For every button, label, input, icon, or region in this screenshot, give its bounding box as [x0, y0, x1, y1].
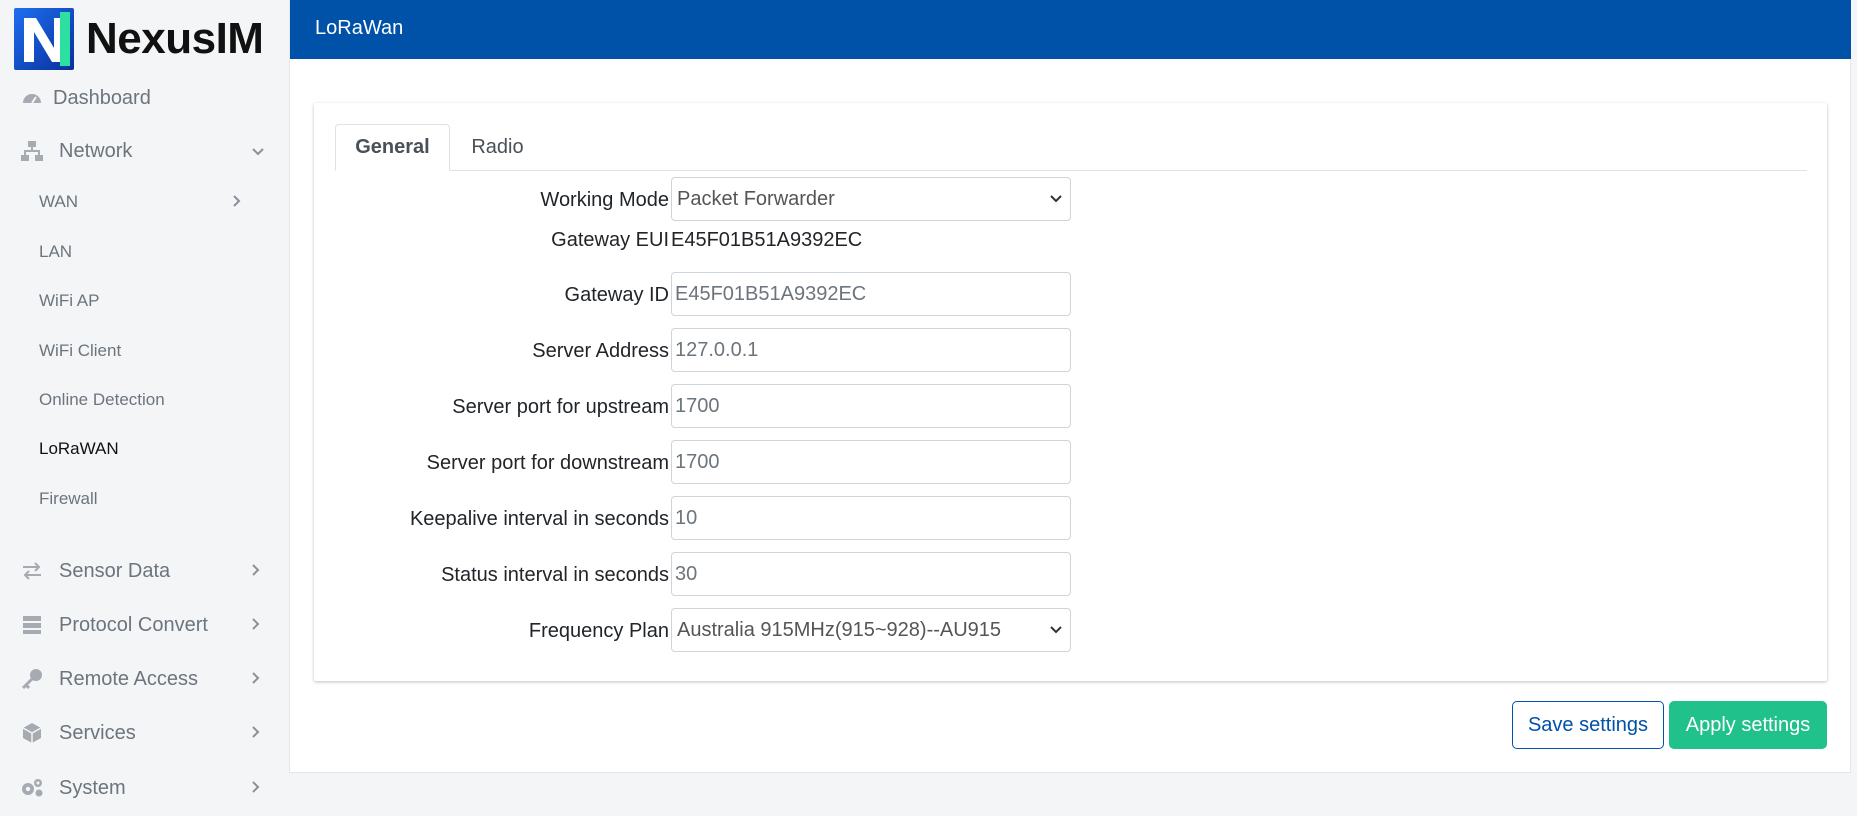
- frequency-plan-label: Frequency Plan: [528, 619, 669, 642]
- key-icon: [20, 667, 44, 691]
- status-interval-label: Status interval in seconds: [441, 563, 669, 586]
- sidebar-subitem-wan[interactable]: WAN: [0, 184, 289, 220]
- sidebar-item-label: Remote Access: [59, 667, 198, 690]
- form-row-frequency-plan: Frequency Plan Australia 915MHz(915~928)…: [314, 608, 1827, 654]
- gateway-id-label: Gateway ID: [564, 283, 669, 306]
- tab-radio[interactable]: Radio: [450, 124, 545, 170]
- server-address-input[interactable]: 127.0.0.1: [671, 328, 1071, 372]
- gateway-eui-value: E45F01B51A9392EC: [671, 228, 863, 251]
- brand-name: NexusIM: [86, 14, 264, 63]
- page-header: LoRaWan: [290, 0, 1851, 59]
- port-downstream-input[interactable]: 1700: [671, 440, 1071, 484]
- keepalive-input[interactable]: 10: [671, 496, 1071, 540]
- form-row-keepalive: Keepalive interval in seconds 10: [314, 496, 1827, 542]
- sidebar-subitem-wifi-client[interactable]: WiFi Client: [0, 333, 289, 369]
- sidebar-item-protocol-convert[interactable]: Protocol Convert: [0, 603, 289, 647]
- sidebar-item-network[interactable]: Network: [0, 129, 289, 173]
- server-address-label: Server Address: [532, 339, 669, 362]
- gateway-id-input[interactable]: E45F01B51A9392EC: [671, 272, 1071, 316]
- port-upstream-label: Server port for upstream: [452, 395, 669, 418]
- chevron-right-icon: [233, 194, 241, 210]
- sidebar-subitem-label: Online Detection: [39, 390, 165, 409]
- gateway-eui-label: Gateway EUI: [551, 228, 669, 251]
- form-row-status-interval: Status interval in seconds 30: [314, 552, 1827, 598]
- sidebar-item-label: Protocol Convert: [59, 613, 208, 636]
- tab-bar: General Radio: [335, 124, 1807, 171]
- chevron-right-icon: [252, 563, 260, 579]
- sidebar-subitem-firewall[interactable]: Firewall: [0, 481, 289, 517]
- page-title: LoRaWan: [315, 17, 404, 39]
- chevron-down-icon: [252, 143, 264, 159]
- save-settings-button[interactable]: Save settings: [1512, 701, 1664, 749]
- frequency-plan-value: Australia 915MHz(915~928)--AU915: [677, 618, 1002, 641]
- chevron-right-icon: [252, 671, 260, 687]
- form-row-gateway-id: Gateway ID E45F01B51A9392EC: [314, 272, 1827, 318]
- protocol-convert-icon: [20, 613, 44, 637]
- form-row-server-address: Server Address 127.0.0.1: [314, 328, 1827, 374]
- form-row-gateway-eui: Gateway EUI E45F01B51A9392EC: [314, 217, 1827, 263]
- chevron-down-icon: [1050, 195, 1062, 203]
- status-interval-input[interactable]: 30: [671, 552, 1071, 596]
- sidebar-item-label: Network: [59, 139, 133, 162]
- nexusim-logo-icon: [14, 8, 74, 70]
- sidebar-item-dashboard[interactable]: Dashboard: [0, 76, 289, 120]
- sidebar-item-label: Services: [59, 721, 136, 744]
- system-gears-icon: [20, 776, 44, 800]
- sidebar-item-sensor-data[interactable]: Sensor Data: [0, 549, 289, 593]
- sidebar: NexusIM Dashboard Network WAN LAN WiFi A…: [0, 0, 289, 816]
- chevron-right-icon: [252, 617, 260, 633]
- form-row-port-downstream: Server port for downstream 1700: [314, 440, 1827, 486]
- chevron-right-icon: [252, 725, 260, 741]
- sidebar-item-label: Sensor Data: [59, 559, 171, 582]
- sidebar-subitem-label: WiFi Client: [39, 341, 122, 360]
- sidebar-subitem-label: LAN: [39, 242, 73, 261]
- sensor-data-icon: [20, 559, 44, 583]
- sidebar-subitem-lorawan[interactable]: LoRaWAN: [0, 431, 289, 467]
- services-icon: [20, 721, 44, 745]
- sidebar-subitem-lan[interactable]: LAN: [0, 234, 289, 270]
- sidebar-item-remote-access[interactable]: Remote Access: [0, 657, 289, 701]
- sidebar-subitem-label: Firewall: [39, 489, 98, 508]
- network-icon: [20, 139, 44, 163]
- sidebar-item-label: System: [59, 776, 126, 799]
- frequency-plan-select[interactable]: Australia 915MHz(915~928)--AU915: [671, 608, 1071, 652]
- apply-settings-button[interactable]: Apply settings: [1669, 701, 1827, 749]
- sidebar-subitem-label: WiFi AP: [39, 291, 100, 310]
- brand-logo[interactable]: NexusIM: [14, 8, 264, 70]
- working-mode-value: Packet Forwarder: [677, 187, 835, 210]
- port-upstream-input[interactable]: 1700: [671, 384, 1071, 428]
- settings-card: General Radio Working Mode Packet Forwar…: [314, 103, 1827, 681]
- sidebar-subitem-label: WAN: [39, 192, 79, 211]
- sidebar-item-label: Dashboard: [53, 86, 151, 109]
- form-row-port-upstream: Server port for upstream 1700: [314, 384, 1827, 430]
- working-mode-select[interactable]: Packet Forwarder: [671, 177, 1071, 221]
- port-downstream-label: Server port for downstream: [426, 451, 669, 474]
- dashboard-icon: [20, 86, 44, 110]
- chevron-down-icon: [1050, 626, 1062, 634]
- chevron-right-icon: [252, 780, 260, 796]
- sidebar-item-system[interactable]: System: [0, 766, 289, 810]
- sidebar-subitem-wifi-ap[interactable]: WiFi AP: [0, 283, 289, 319]
- sidebar-subitem-label: LoRaWAN: [39, 439, 119, 458]
- tab-general[interactable]: General: [335, 124, 450, 171]
- sidebar-subitem-online-detection[interactable]: Online Detection: [0, 382, 289, 418]
- keepalive-label: Keepalive interval in seconds: [409, 507, 669, 530]
- sidebar-item-services[interactable]: Services: [0, 711, 289, 755]
